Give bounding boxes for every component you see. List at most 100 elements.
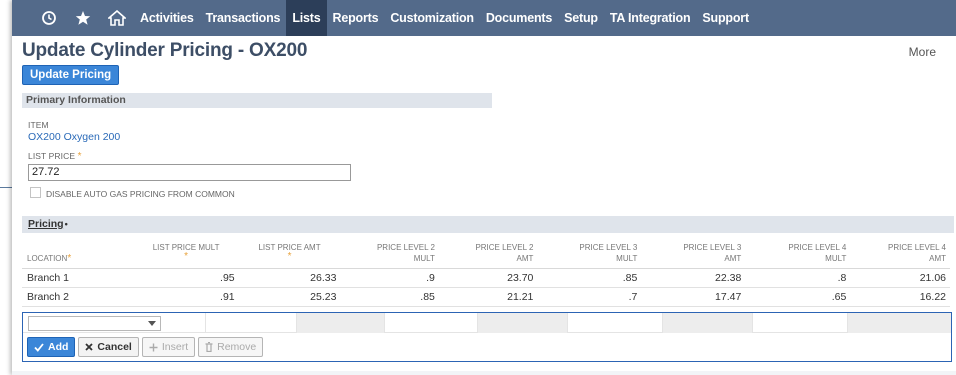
add-button[interactable]: Add [27,337,76,357]
pricing-title: Pricing [28,218,64,230]
item-link[interactable]: OX200 Oxygen 200 [28,131,120,143]
col-pl2-amt-line2: AMT [516,253,534,263]
insert-button-label: Insert [161,341,189,353]
cell-pl3-mult[interactable]: .7 [537,287,642,307]
col-pl2-mult-line2: MULT [413,253,435,263]
star-icon[interactable] [66,0,100,36]
cell-list-price-amt[interactable]: 25.23 [238,287,341,307]
nav-support[interactable]: Support [696,0,755,36]
cell-pl3-mult[interactable]: .85 [537,268,642,288]
cell-list-price-mult[interactable]: .95 [133,268,239,288]
list-price-label: LIST PRICE [28,151,76,161]
nav-documents[interactable]: Documents [480,0,558,36]
remove-button[interactable]: Remove [198,337,264,357]
col-pl3-mult[interactable]: PRICE LEVEL 3 MULT [537,236,642,269]
list-price-input[interactable]: 27.72 [28,164,351,181]
cell-pl4-amt[interactable]: 16.22 [850,287,950,307]
edit-pl2-mult-cell[interactable] [385,313,479,333]
col-pl2-amt[interactable]: PRICE LEVEL 2 AMT [438,236,538,269]
location-select[interactable] [28,316,161,331]
col-pl2-amt-line1: PRICE LEVEL 2 [475,242,534,252]
edit-cells [23,313,951,333]
col-pl4-amt[interactable]: PRICE LEVEL 4 AMT [850,236,950,269]
cell-pl3-amt[interactable]: 17.47 [641,287,746,307]
nav-transactions[interactable]: Transactions [200,0,287,36]
col-pl2-mult[interactable]: PRICE LEVEL 2 MULT [340,236,439,269]
col-pl3-amt[interactable]: PRICE LEVEL 3 AMT [641,236,746,269]
edit-list-price-amt-cell [296,313,386,333]
table-row[interactable]: Branch 2 .91 25.23 .85 21.21 .7 17.47 .6… [22,287,950,307]
cancel-button-label: Cancel [97,341,132,353]
col-pl2-mult-line1: PRICE LEVEL 2 [376,242,435,252]
pricing-table: LOCATION* LIST PRICE MULT * LIST PRICE A… [22,236,950,307]
new-line-editor: Add Cancel Insert Remove [22,312,952,362]
col-list-price-mult[interactable]: LIST PRICE MULT * [133,236,239,269]
nav-customization[interactable]: Customization [384,0,480,36]
col-pl4-amt-line2: AMT [929,253,946,263]
list-price-label-wrap: LIST PRICE * [28,151,82,162]
col-list-price-amt[interactable]: LIST PRICE AMT * [238,236,341,269]
cell-pl4-mult[interactable]: .8 [745,268,851,288]
col-location-req: * [67,252,72,264]
pricing-sublist: Pricing• LOCATION* LIST PRICE MULT * LIS… [22,216,954,374]
edit-pl4-amt-cell [848,313,951,333]
col-pl3-amt-line2: AMT [724,253,742,263]
col-pl4-mult-line2: MULT [825,253,847,263]
cell-pl2-mult[interactable]: .9 [340,268,439,288]
col-pl3-mult-line2: MULT [616,253,638,263]
col-pl3-mult-line1: PRICE LEVEL 3 [579,242,638,252]
col-pl4-amt-line1: PRICE LEVEL 4 [888,242,946,252]
pricing-header-row: LOCATION* LIST PRICE MULT * LIST PRICE A… [22,236,950,269]
nav-ta-integration[interactable]: TA Integration [604,0,697,36]
col-location-label: LOCATION [27,253,68,263]
col-pl4-mult[interactable]: PRICE LEVEL 4 MULT [745,236,851,269]
home-icon[interactable] [100,0,134,36]
update-pricing-button[interactable]: Update Pricing [22,65,120,85]
insert-button[interactable]: Insert [141,337,196,357]
cell-list-price-mult[interactable]: .91 [133,287,239,307]
table-row[interactable]: Branch 1 .95 26.33 .9 23.70 .85 22.38 .8… [22,268,950,288]
recent-icon[interactable] [32,0,66,36]
cell-pl2-amt[interactable]: 23.70 [438,268,538,288]
edit-pl3-mult-cell[interactable] [568,313,664,333]
cell-pl2-amt[interactable]: 21.21 [438,287,538,307]
col-list-price-mult-req: * [184,251,189,262]
top-nav: Activities Transactions Lists Reports Cu… [12,0,956,36]
cancel-button[interactable]: Cancel [78,337,139,357]
more-link[interactable]: More [909,45,936,59]
edit-pl4-mult-cell[interactable] [753,313,849,333]
edit-location-cell[interactable] [23,313,207,333]
primary-info-header[interactable]: Primary Information [22,93,492,108]
cell-location[interactable]: Branch 1 [22,268,134,288]
trash-icon [205,342,213,352]
cell-pl2-mult[interactable]: .85 [340,287,439,307]
item-label: ITEM [28,120,49,130]
nav-setup[interactable]: Setup [558,0,604,36]
page-bottom-edge [12,371,956,375]
page-title: Update Cylinder Pricing - OX200 [22,40,308,61]
required-mark: * [77,151,82,162]
remove-button-label: Remove [217,341,257,353]
check-icon [34,342,44,352]
cell-list-price-amt[interactable]: 26.33 [238,268,341,288]
edit-pl3-amt-cell [663,313,753,333]
col-location[interactable]: LOCATION* [22,236,134,269]
chevron-down-icon [148,321,156,326]
cell-pl3-amt[interactable]: 22.38 [641,268,746,288]
cell-pl4-amt[interactable]: 21.06 [850,268,950,288]
disable-auto-gas-checkbox[interactable] [30,187,41,198]
edit-list-price-mult-cell[interactable] [206,313,297,333]
nav-reports[interactable]: Reports [327,0,385,36]
line-buttons: Add Cancel Insert Remove [27,337,264,357]
col-pl3-amt-line1: PRICE LEVEL 3 [683,242,742,252]
nav-lists[interactable]: Lists [286,0,327,36]
col-pl4-mult-line1: PRICE LEVEL 4 [788,242,847,252]
cell-location[interactable]: Branch 2 [22,287,134,307]
disable-auto-gas-label: DISABLE AUTO GAS PRICING FROM COMMON [46,189,235,199]
nav-activities[interactable]: Activities [134,0,200,36]
plus-icon [149,343,158,351]
pricing-tab[interactable]: Pricing• [22,216,954,233]
cell-pl4-mult[interactable]: .65 [745,287,851,307]
app-window: Activities Transactions Lists Reports Cu… [12,0,956,375]
close-icon [85,343,94,351]
